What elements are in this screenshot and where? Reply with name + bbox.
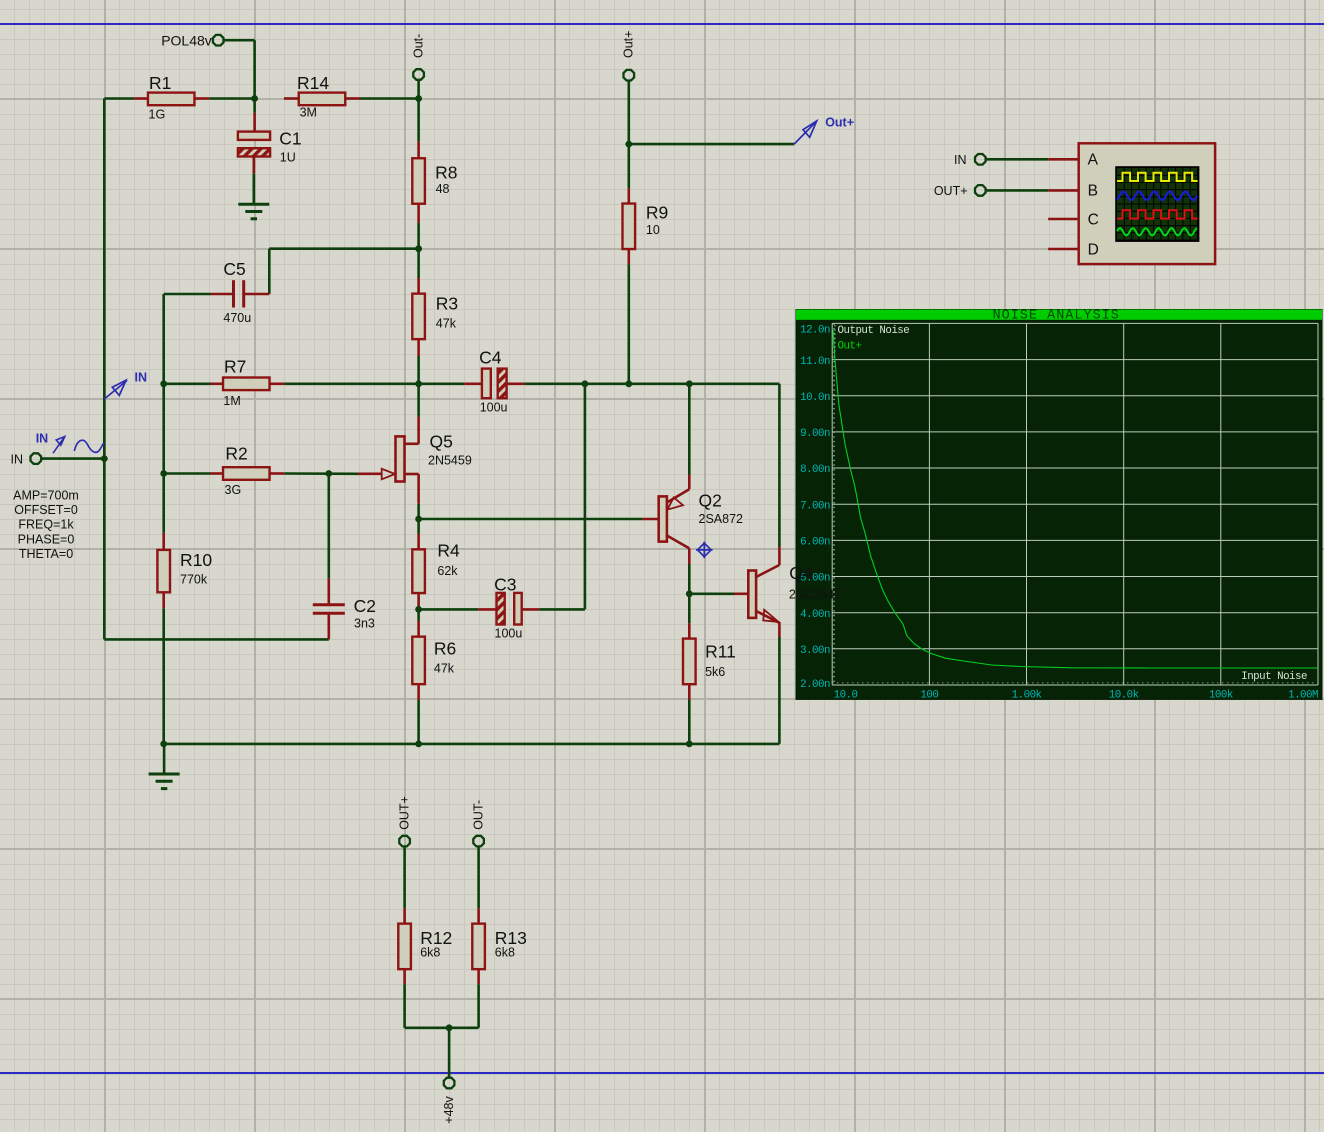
svg-text:770k: 770k <box>180 573 208 587</box>
svg-text:Out+: Out+ <box>825 116 854 130</box>
svg-text:R7: R7 <box>224 357 246 377</box>
svg-text:4.00n: 4.00n <box>800 609 830 621</box>
svg-text:10.0n: 10.0n <box>800 392 830 404</box>
svg-text:R1: R1 <box>149 73 171 93</box>
svg-text:100u: 100u <box>480 401 508 415</box>
svg-text:C1: C1 <box>279 129 301 149</box>
svg-text:62k: 62k <box>437 564 458 578</box>
svg-text:NOISE ANALYSIS: NOISE ANALYSIS <box>992 309 1119 324</box>
svg-text:2SC2547: 2SC2547 <box>789 588 841 602</box>
svg-text:Out+: Out+ <box>838 341 862 353</box>
svg-text:THETA=0: THETA=0 <box>19 547 73 561</box>
svg-text:B: B <box>1088 183 1098 200</box>
svg-text:R10: R10 <box>180 550 212 570</box>
svg-text:48: 48 <box>436 182 450 196</box>
svg-text:7.00n: 7.00n <box>800 500 830 512</box>
svg-text:Out+: Out+ <box>622 31 636 58</box>
svg-text:OUT-: OUT- <box>471 800 485 830</box>
svg-text:9.00n: 9.00n <box>800 428 830 440</box>
svg-text:R8: R8 <box>435 163 457 183</box>
svg-text:C: C <box>1088 211 1099 228</box>
svg-text:C4: C4 <box>479 348 502 368</box>
svg-text:R11: R11 <box>705 642 736 662</box>
svg-text:Out-: Out- <box>411 34 425 58</box>
svg-text:470u: 470u <box>223 311 251 325</box>
svg-text:+48v: +48v <box>442 1095 456 1123</box>
svg-text:47k: 47k <box>436 317 457 331</box>
svg-text:6k8: 6k8 <box>495 946 515 960</box>
svg-text:5k6: 5k6 <box>705 665 725 679</box>
svg-text:3G: 3G <box>225 483 242 497</box>
svg-text:R9: R9 <box>646 203 668 223</box>
svg-text:10.0k: 10.0k <box>1109 690 1139 702</box>
svg-text:R6: R6 <box>434 639 456 659</box>
svg-text:3n3: 3n3 <box>354 617 375 631</box>
svg-text:R3: R3 <box>436 294 458 314</box>
svg-text:100u: 100u <box>495 627 523 641</box>
svg-text:R2: R2 <box>225 444 247 464</box>
svg-text:C3: C3 <box>494 575 516 595</box>
svg-text:Q5: Q5 <box>430 432 453 452</box>
svg-text:2N5459: 2N5459 <box>428 454 472 468</box>
svg-text:2.00n: 2.00n <box>800 679 830 691</box>
svg-text:R4: R4 <box>437 541 460 561</box>
svg-text:C5: C5 <box>223 259 245 279</box>
svg-text:47k: 47k <box>434 662 455 676</box>
svg-text:OUT+: OUT+ <box>934 184 968 198</box>
svg-text:1G: 1G <box>149 108 166 122</box>
svg-text:IN: IN <box>36 432 49 446</box>
svg-text:IN: IN <box>954 153 967 167</box>
svg-text:C2: C2 <box>354 596 376 616</box>
svg-text:12.0n: 12.0n <box>800 325 830 337</box>
svg-text:A: A <box>1088 152 1099 169</box>
svg-text:FREQ=1k: FREQ=1k <box>18 518 74 532</box>
svg-text:PHASE=0: PHASE=0 <box>18 532 75 546</box>
svg-text:OUT+: OUT+ <box>397 796 411 830</box>
svg-text:IN: IN <box>135 371 148 385</box>
svg-text:POL48v: POL48v <box>161 33 212 49</box>
svg-text:100: 100 <box>920 690 938 702</box>
svg-text:10: 10 <box>646 223 660 237</box>
svg-text:Q2: Q2 <box>699 491 722 511</box>
svg-text:1M: 1M <box>223 394 240 408</box>
svg-text:OFFSET=0: OFFSET=0 <box>14 503 78 517</box>
svg-text:6.00n: 6.00n <box>800 537 830 549</box>
svg-text:1.00k: 1.00k <box>1012 690 1042 702</box>
svg-text:6k8: 6k8 <box>420 946 440 960</box>
svg-text:Q4: Q4 <box>789 563 813 583</box>
svg-text:1.00M: 1.00M <box>1288 690 1318 702</box>
svg-text:2SA872: 2SA872 <box>699 512 744 526</box>
svg-text:3.00n: 3.00n <box>800 645 830 657</box>
svg-text:11.0n: 11.0n <box>800 356 830 368</box>
svg-text:3M: 3M <box>300 106 317 120</box>
svg-text:100k: 100k <box>1209 690 1233 702</box>
svg-text:1U: 1U <box>280 151 296 165</box>
svg-text:Input Noise: Input Noise <box>1241 671 1307 683</box>
svg-text:8.00n: 8.00n <box>800 464 830 476</box>
svg-text:10.0: 10.0 <box>834 690 858 702</box>
svg-text:IN: IN <box>11 453 24 467</box>
svg-text:R14: R14 <box>297 73 329 93</box>
svg-text:AMP=700m: AMP=700m <box>13 489 79 503</box>
svg-text:Output Noise: Output Noise <box>838 325 910 337</box>
svg-text:D: D <box>1088 241 1099 258</box>
